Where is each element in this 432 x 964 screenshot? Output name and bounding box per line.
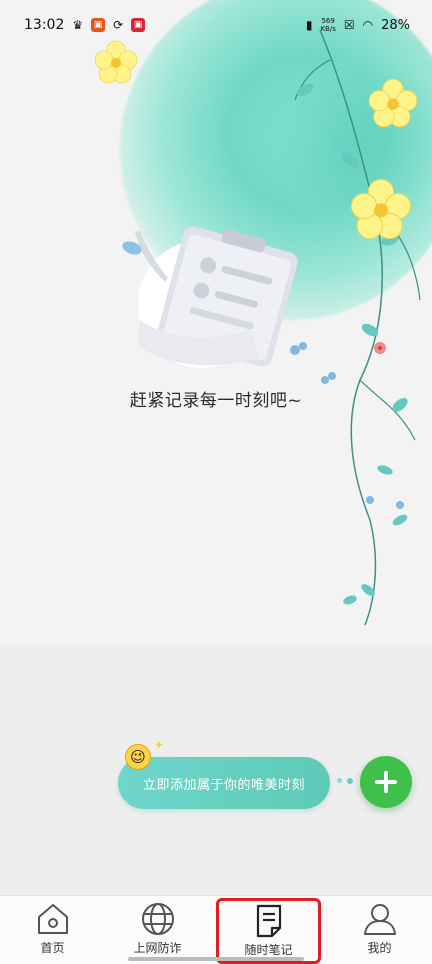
yellow-flower-large [350,178,412,240]
add-moment-button[interactable]: 立即添加属于你的唯美时刻 [118,757,330,809]
home-indicator[interactable] [128,957,304,961]
tab-notes-label: 随时笔记 [244,943,293,957]
app-badge-icon: ▣ [131,18,146,32]
notes-page: 13:02 ♛ ▣ ⟳ ▣ ▮ 569 KB/s ☒ ◠ 28% 赶紧记录每一时… [0,0,432,964]
globe-icon [141,903,174,935]
sync-icon: ⟳ [113,18,124,32]
tab-anti-fraud[interactable]: 上网防诈 [105,896,210,964]
pink-flower [374,342,386,354]
tab-mine[interactable]: 我的 [327,896,432,964]
net-speed: 569 KB/s [320,17,335,33]
vibrate-icon: ▮ [305,18,313,32]
battery-level: 28% [381,17,410,33]
crown-icon: ♛ [72,18,84,32]
add-note-button[interactable] [360,756,412,808]
wifi-icon: ◠ [362,18,374,32]
sparkle-icon: ✦ [154,738,165,752]
status-bar: 13:02 ♛ ▣ ⟳ ▣ ▮ 569 KB/s ☒ ◠ 28% [0,0,432,50]
tab-mine-label: 我的 [367,941,392,955]
add-moment-label: 立即添加属于你的唯美时刻 [142,777,305,793]
tab-home[interactable]: 首页 [0,896,105,964]
no-sim-icon: ☒ [343,18,355,32]
plus-icon [375,771,397,793]
bottom-tab-bar: 首页 上网防诈 随时笔记 我的 [0,895,432,964]
connector-dots [337,778,353,784]
clipboard-illustration [122,226,298,368]
yellow-flower-right [368,78,418,128]
empty-state-message: 赶紧记录每一时刻吧~ [129,391,303,411]
person-icon [363,904,396,935]
tab-home-label: 首页 [40,941,65,955]
tab-anti-fraud-label: 上网防诈 [133,941,182,955]
net-speed-unit: KB/s [320,25,336,33]
net-speed-value: 569 [321,17,335,25]
wink-emoji-icon: 😉 [125,744,151,770]
home-icon [37,904,68,934]
status-time: 13:02 [24,17,65,33]
note-icon [256,904,281,938]
app-notification-icon: ▣ [91,18,106,32]
tab-notes[interactable]: 随时笔记 [216,898,321,964]
